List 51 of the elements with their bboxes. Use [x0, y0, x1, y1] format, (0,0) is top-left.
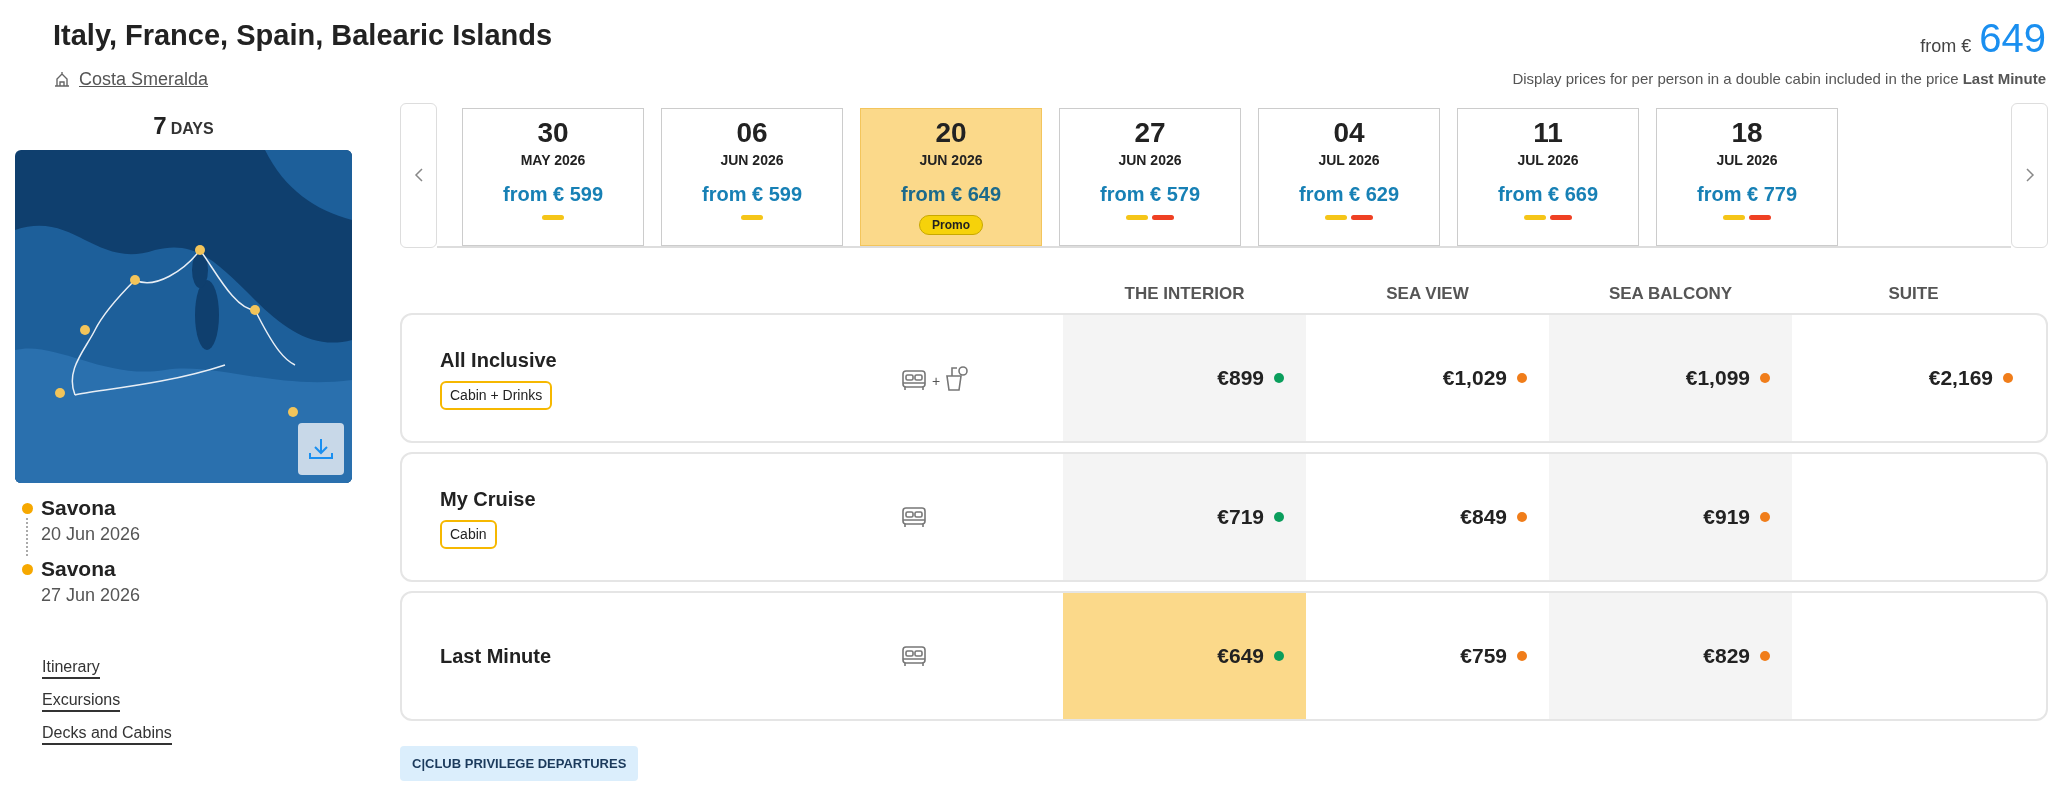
fare-name: All Inclusive [440, 348, 557, 373]
cabin-price[interactable]: €849 [1460, 500, 1507, 533]
date-tab[interactable]: 27 JUN 2026 from € 579 [1059, 107, 1241, 246]
price-prefix: from € [1920, 35, 1972, 58]
cabin-price[interactable]: €899 [1217, 361, 1264, 394]
download-button[interactable] [298, 422, 344, 475]
port-name: Savona [41, 555, 117, 582]
club-badge: C|CLUB PRIVILEGE DEPARTURES [400, 745, 639, 781]
chevron-right-icon [2024, 167, 2035, 183]
cabin-price[interactable]: €759 [1460, 639, 1507, 672]
column-header: THE INTERIOR [1124, 282, 1245, 305]
days-number: 7 [153, 110, 167, 141]
date-tab[interactable]: 11 JUL 2026 from € 669 [1457, 107, 1639, 246]
port-name: Savona [41, 494, 117, 521]
cruise-title: Italy, France, Spain, Balearic Islands [53, 18, 553, 53]
cabin-price[interactable]: €1,099 [1685, 361, 1750, 394]
column-header: SUITE [1888, 282, 1939, 305]
cabin-price[interactable]: €829 [1703, 639, 1750, 672]
bed-icon [900, 367, 928, 392]
date-tab[interactable]: 30 MAY 2026 from € 599 [462, 107, 644, 246]
price-note: Display prices for per person in a double cabin included in the price Last Minute [1512, 69, 2046, 89]
headline-price: 649 [1979, 18, 2046, 58]
cabin-price[interactable]: €919 [1703, 500, 1750, 533]
port-date: 27 Jun 2026 [41, 584, 141, 607]
column-header: SEA BALCONY [1608, 282, 1733, 305]
date-tab[interactable]: 04 JUL 2026 from € 629 [1258, 107, 1440, 246]
section-link[interactable]: Itinerary [42, 657, 100, 679]
fare-name: Last Minute [440, 643, 552, 669]
promo-tag: Promo [919, 214, 983, 235]
fare-name: My Cruise [440, 487, 536, 512]
drink-icon [944, 363, 971, 392]
days-label: DAYS [170, 118, 214, 139]
date-tab[interactable]: 18 JUL 2026 from € 779 [1656, 107, 1838, 246]
date-tab[interactable]: 20 JUN 2026 from € 649 Promo [860, 107, 1042, 246]
ship-link[interactable]: Costa Smeralda [53, 65, 553, 93]
cabin-price[interactable]: €649 [1217, 639, 1264, 672]
fare-tag: Cabin [440, 520, 497, 549]
cabin-price[interactable]: €2,169 [1928, 361, 1993, 394]
bed-icon [900, 504, 928, 529]
download-icon [308, 436, 334, 461]
column-header: SEA VIEW [1386, 282, 1469, 305]
section-link[interactable]: Excursions [42, 690, 121, 712]
fare-tag: Cabin + Drinks [440, 381, 553, 410]
cabin-price[interactable]: €719 [1217, 500, 1264, 533]
bed-icon [900, 643, 928, 668]
date-tab[interactable]: 06 JUN 2026 from € 599 [661, 107, 843, 246]
port-date: 20 Jun 2026 [41, 522, 141, 546]
cabin-price[interactable]: €1,029 [1442, 361, 1507, 394]
plus-sign: + [932, 371, 941, 391]
chevron-left-icon [413, 167, 424, 183]
section-link[interactable]: Decks and Cabins [42, 723, 172, 745]
